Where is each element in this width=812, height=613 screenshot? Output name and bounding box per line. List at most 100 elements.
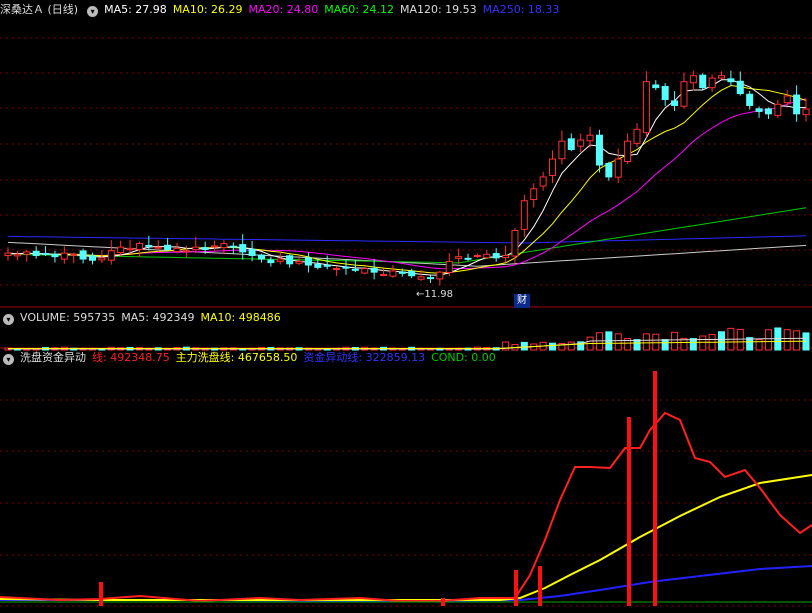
main-ma-0: MA5: 27.98 [104, 3, 167, 16]
candle-body [483, 253, 491, 259]
signal-bar [514, 570, 518, 606]
main-ma-4: MA120: 19.53 [399, 3, 477, 16]
volume-items-2: MA10: 498486 [200, 311, 281, 324]
candle-body [211, 245, 219, 248]
candle-body [492, 253, 500, 259]
candle-body [520, 200, 528, 230]
volume-bar [549, 342, 557, 351]
indicator-items-3: COND: 0.00 [431, 351, 496, 364]
candle-body [351, 268, 359, 271]
candle-body [764, 108, 772, 115]
candle-body [642, 81, 650, 134]
candle-body [408, 270, 416, 277]
candle-body [88, 255, 96, 261]
candle-body [323, 264, 331, 267]
candle-body [455, 256, 463, 259]
candle-body [774, 103, 782, 116]
candle-body [32, 250, 40, 256]
volume-bar [614, 333, 622, 351]
volume-bar [755, 339, 763, 351]
candle-body [736, 80, 744, 95]
candle-body [586, 134, 594, 142]
ma250-line [7, 235, 807, 244]
ma10-line [7, 84, 807, 274]
volume-bar [671, 331, 679, 351]
volume-bar [689, 338, 697, 351]
volume-items-0: VOLUME: 595735 [20, 311, 116, 324]
candle-body [502, 254, 510, 259]
financial-report-marker[interactable]: 财 [514, 294, 530, 308]
candle-body [783, 95, 791, 104]
candle-body [671, 100, 679, 106]
candle-body [117, 246, 125, 254]
candle-body [342, 266, 350, 269]
volume-bar [520, 341, 528, 351]
candle-body [445, 260, 453, 273]
toggle-icon[interactable]: ▾ [87, 6, 99, 17]
candle-body [286, 255, 294, 265]
candle-body [333, 268, 341, 271]
candle-body [699, 74, 707, 89]
volume-header: ▾ VOLUME: 595735 MA5: 492349 MA10: 498486 [0, 309, 293, 327]
candle-body [511, 229, 519, 257]
candle-body [464, 257, 472, 260]
volume-bar [661, 339, 669, 351]
main-wash-line [0, 474, 812, 601]
candle-body [126, 247, 134, 251]
candle-body [79, 250, 87, 260]
volume-bar [764, 329, 772, 351]
candle-body [380, 274, 388, 277]
candle-body [182, 250, 190, 253]
candle-body [42, 252, 50, 255]
main-ma-1: MA10: 26.29 [172, 3, 243, 16]
signal-bar [627, 417, 631, 606]
low-price-label: ←11.98 [416, 289, 454, 300]
candle-body [173, 247, 181, 252]
candle-body [23, 251, 31, 255]
signal-bar [99, 582, 103, 606]
toggle-icon[interactable]: ▾ [3, 354, 14, 365]
volume-bar [746, 337, 754, 351]
candle-body [201, 247, 209, 251]
indicator-name: 洗盘资金异动 [20, 351, 86, 364]
ma5-line [7, 79, 807, 276]
candle-body [624, 140, 632, 163]
candle-body [718, 75, 726, 79]
candle-body [220, 243, 228, 249]
candle-body [192, 246, 200, 251]
candle-body [60, 252, 68, 260]
candle-body [135, 243, 143, 250]
candle-body [98, 257, 106, 261]
stock-chart[interactable] [0, 0, 812, 613]
toggle-icon[interactable]: ▾ [3, 314, 14, 325]
candle-body [689, 75, 697, 84]
candle-body [614, 158, 622, 178]
candle-body [304, 257, 312, 266]
candle-body [107, 250, 115, 261]
candle-body [558, 140, 566, 160]
volume-items-1: MA5: 492349 [121, 311, 195, 324]
candle-body [727, 78, 735, 83]
candle-body [276, 258, 284, 262]
candle-body [680, 81, 688, 107]
volume-bar [633, 339, 641, 351]
candle-body [398, 271, 406, 274]
main-ma-3: MA60: 24.12 [324, 3, 394, 16]
volume-bar [642, 333, 650, 351]
signal-bar [538, 566, 542, 606]
candle-body [370, 267, 378, 273]
candle-body [708, 77, 716, 89]
candle-body [314, 263, 322, 268]
candle-body [539, 176, 547, 187]
candle-body [4, 252, 12, 256]
signal-bar [441, 598, 445, 606]
candle-body [755, 108, 763, 112]
candle-body [661, 85, 669, 101]
candle-body [70, 253, 78, 256]
fund-flow-line [0, 565, 812, 603]
candle-body [652, 84, 660, 89]
candle-body [154, 246, 162, 249]
candle-body [248, 248, 256, 256]
candle-body [229, 245, 237, 248]
candle-body [426, 277, 434, 280]
